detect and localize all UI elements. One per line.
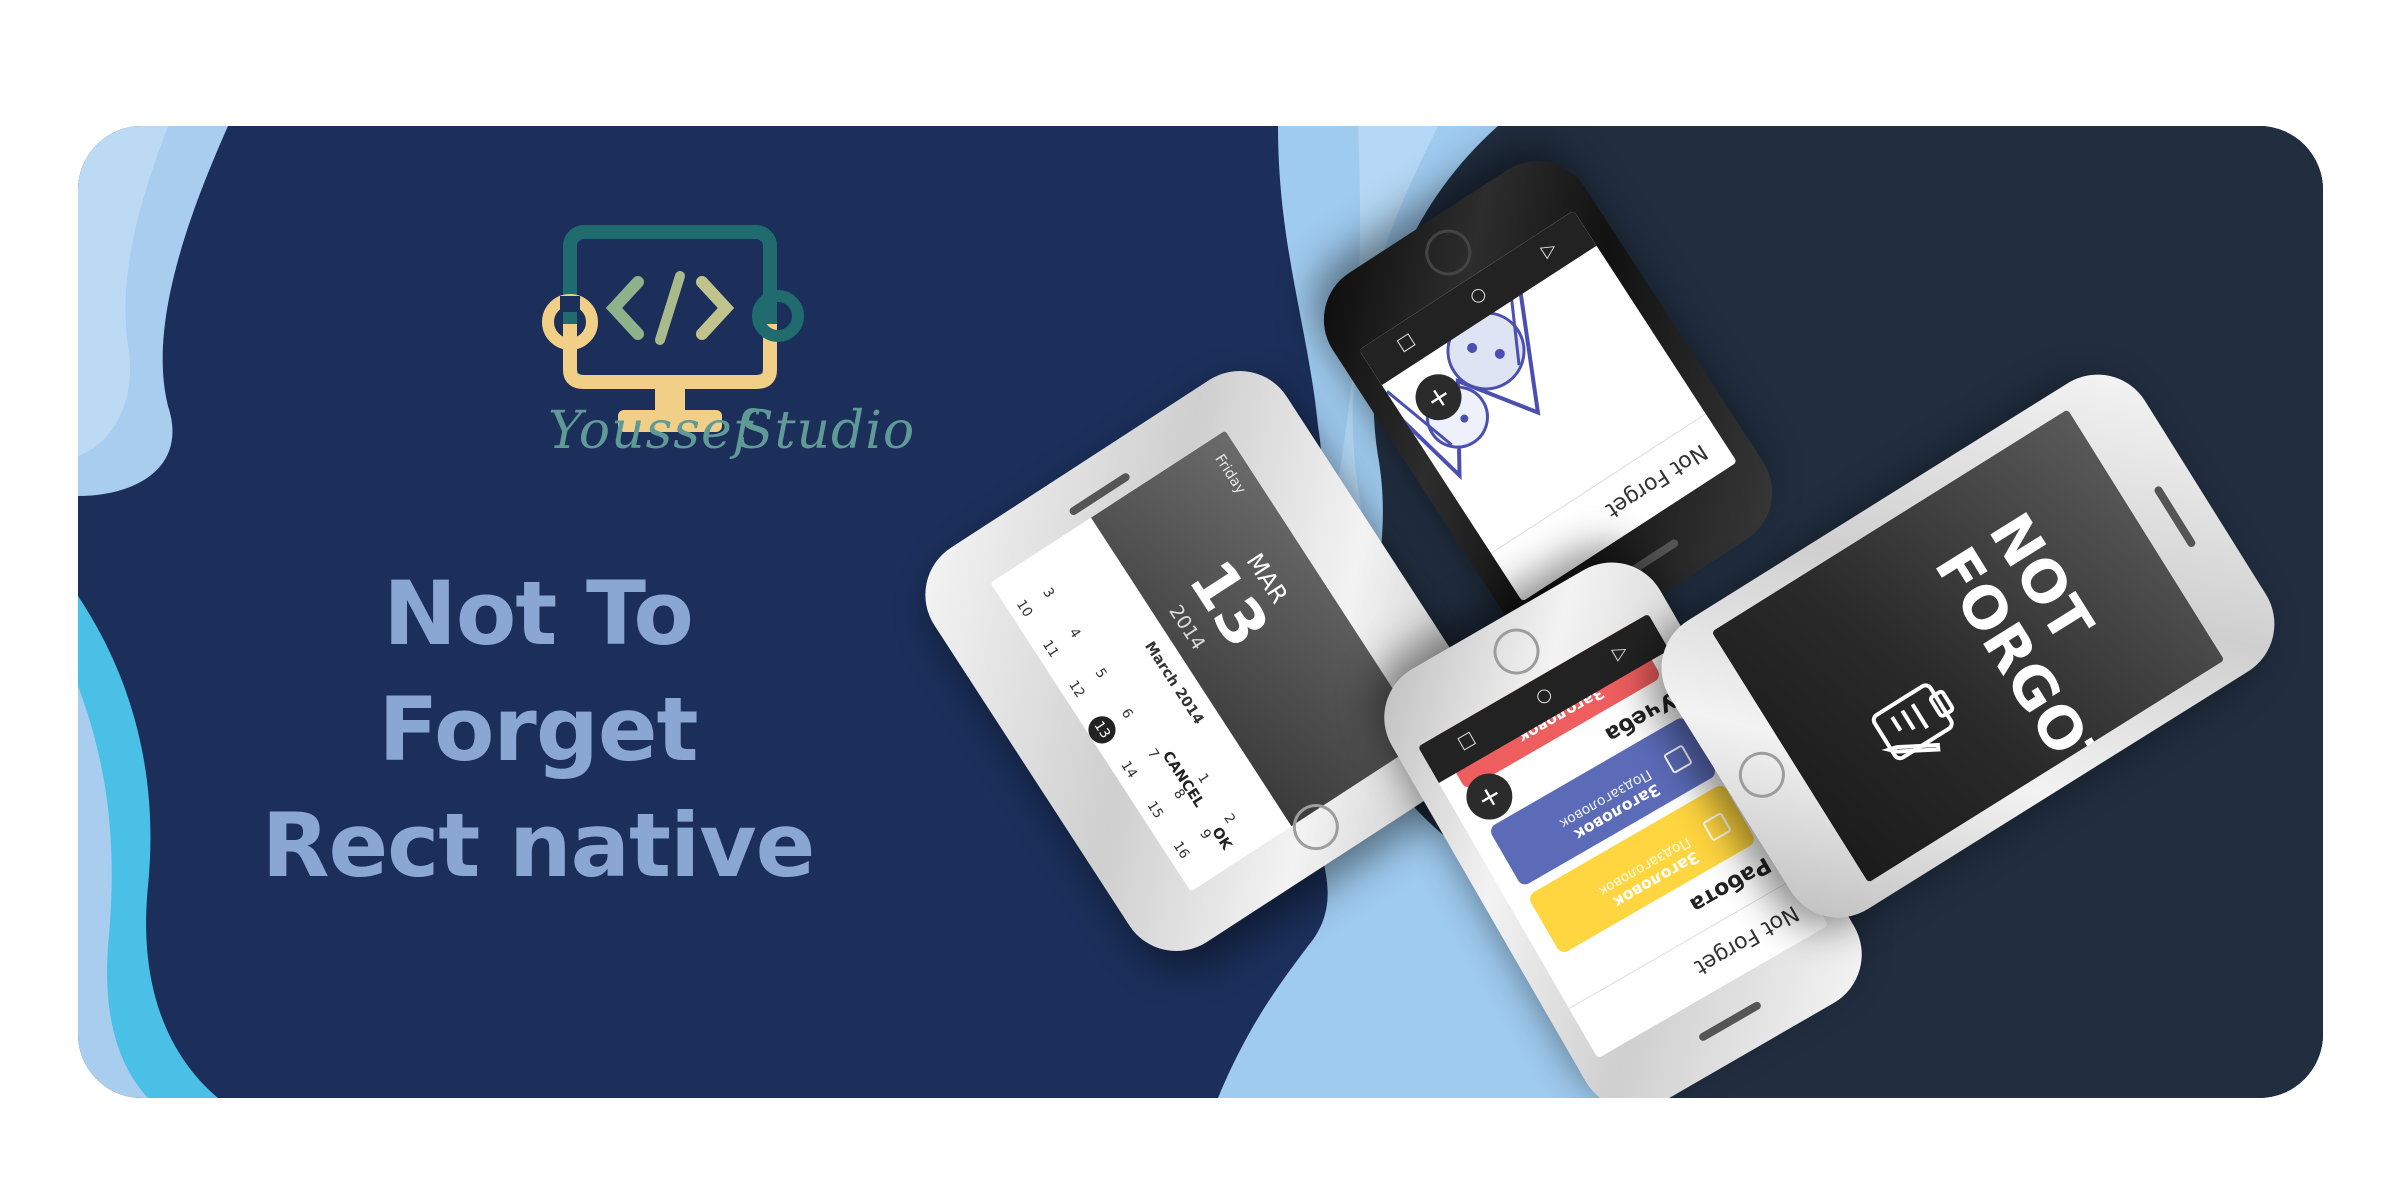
brand-name-second: Studio xyxy=(738,401,916,461)
task-checkbox[interactable] xyxy=(1662,744,1694,775)
calendar-day[interactable]: 27 xyxy=(1029,740,1069,789)
page-title: Not To Forget Rect native xyxy=(258,556,818,904)
home-button xyxy=(1485,620,1548,683)
calendar-day[interactable]: 26 xyxy=(1003,700,1043,749)
calendar-day[interactable]: 25 xyxy=(990,659,1016,708)
brand-name: Youssef Studio xyxy=(548,401,914,481)
brand-name-first: Youssef xyxy=(548,401,753,461)
title-line-1: Not To Forget xyxy=(378,562,698,781)
back-icon[interactable]: ◁ xyxy=(1610,641,1632,666)
task-checkbox[interactable] xyxy=(1701,811,1733,842)
calendar-weekday: Friday xyxy=(1211,451,1250,498)
recent-apps-icon[interactable]: □ xyxy=(1394,330,1420,357)
clipboard-pen-icon xyxy=(1871,683,1955,761)
back-icon[interactable]: ◁ xyxy=(1539,238,1562,263)
calendar-day[interactable]: 28 xyxy=(1055,780,1095,829)
phone-speaker xyxy=(1697,1000,1763,1043)
phone-speaker xyxy=(2152,484,2197,549)
calendar-day[interactable]: 20 xyxy=(1053,724,1093,773)
home-button xyxy=(1730,743,1794,807)
home-icon[interactable]: ○ xyxy=(1467,284,1492,310)
recent-apps-icon[interactable]: □ xyxy=(1455,729,1480,756)
hero-banner: Youssef Studio Not To Forget Rect native… xyxy=(78,126,2323,1098)
home-icon[interactable]: ○ xyxy=(1533,684,1557,710)
home-button xyxy=(1416,220,1481,285)
calendar-day[interactable]: 13 xyxy=(1083,711,1121,749)
calendar-day[interactable]: 30 xyxy=(1108,861,1148,891)
title-line-2: Rect native xyxy=(261,794,816,897)
calendar-day[interactable]: 29 xyxy=(1081,820,1121,869)
